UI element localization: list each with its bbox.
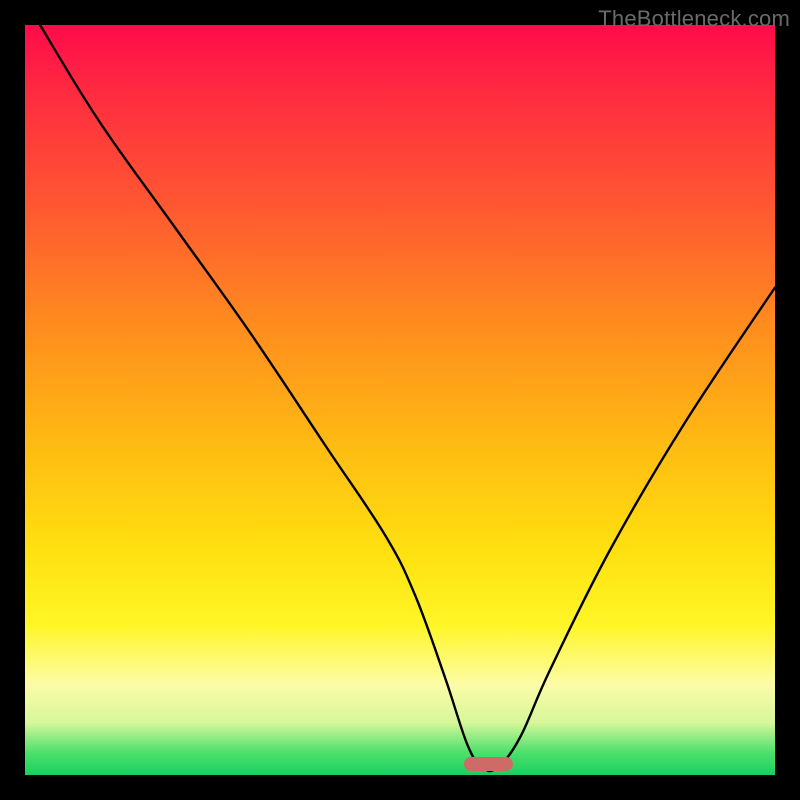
optimal-range-marker <box>464 757 513 771</box>
chart-frame: TheBottleneck.com <box>0 0 800 800</box>
bottleneck-curve <box>25 25 775 775</box>
watermark-text: TheBottleneck.com <box>598 6 790 32</box>
plot-area <box>25 25 775 775</box>
